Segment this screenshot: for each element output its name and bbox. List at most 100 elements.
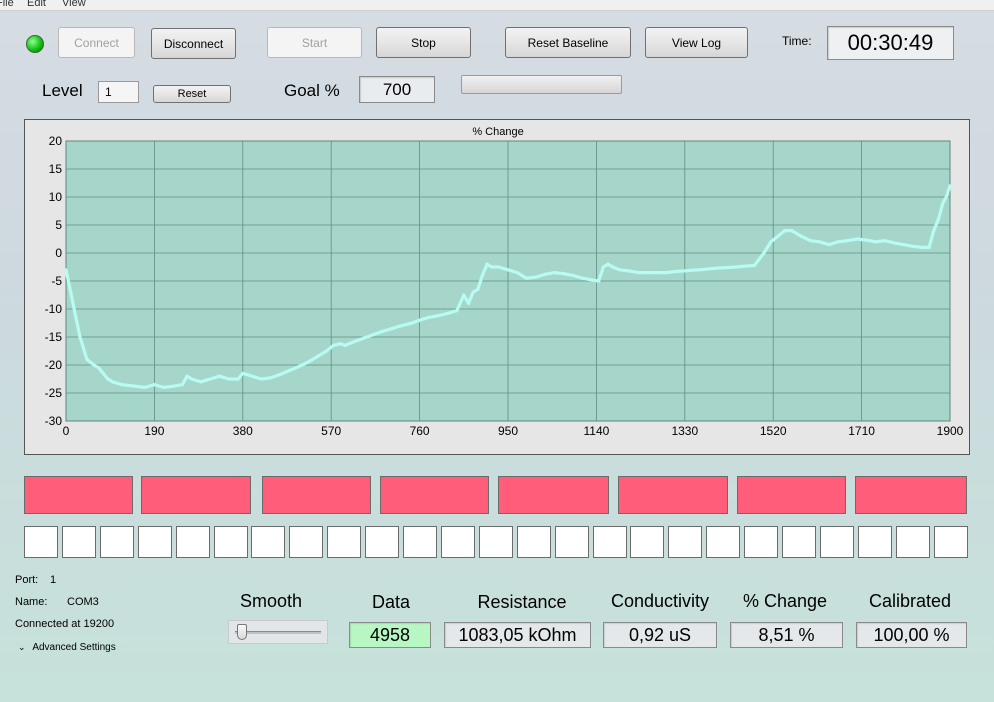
y-tick-label: 0 — [55, 246, 62, 260]
data-point — [799, 234, 803, 238]
y-tick-label: 15 — [49, 162, 63, 176]
data-point — [190, 377, 194, 381]
data-point — [185, 374, 189, 378]
indicator-box — [175, 526, 210, 558]
chevron-double-down-icon: ⌄ — [18, 642, 26, 652]
data-point — [552, 271, 557, 275]
x-tick-label: 190 — [144, 424, 164, 438]
reset-baseline-button[interactable]: Reset Baseline — [505, 27, 631, 58]
data-point — [534, 275, 538, 279]
data-point — [683, 269, 687, 273]
x-tick-label: 570 — [321, 424, 341, 438]
indicator-box — [137, 526, 172, 558]
smooth-slider[interactable] — [228, 620, 328, 644]
x-tick-label: 950 — [498, 424, 518, 438]
smooth-slider-track — [235, 631, 321, 634]
data-point — [362, 336, 366, 340]
menu-edit[interactable]: Edit — [27, 0, 46, 9]
level-reset-button[interactable]: Reset — [153, 85, 231, 103]
start-button[interactable]: Start — [267, 27, 362, 58]
port-label: Port: — [15, 574, 39, 586]
calibrated-value: 100,00 % — [856, 622, 967, 648]
name-label: Name: — [15, 596, 48, 608]
data-point — [543, 272, 547, 276]
indicator-bar — [498, 476, 609, 514]
data-point — [590, 278, 594, 282]
data-point — [120, 383, 124, 387]
y-tick-label: -10 — [45, 302, 63, 316]
indicator-box — [706, 526, 741, 558]
data-point — [227, 377, 231, 381]
goal-value: 700 — [359, 76, 435, 103]
goal-progress-bar — [461, 75, 622, 94]
indicator-box — [630, 526, 665, 558]
data-point — [471, 290, 475, 294]
calibrated-label: Calibrated — [868, 591, 952, 611]
data-point — [269, 376, 273, 380]
resistance-value: 1083,05 kOhm — [444, 622, 591, 648]
data-point — [436, 314, 440, 318]
data-point — [485, 262, 489, 266]
data-point — [171, 384, 175, 388]
data-point — [152, 383, 156, 387]
connect-button[interactable]: Connect — [58, 27, 135, 58]
disconnect-button[interactable]: Disconnect — [151, 28, 236, 59]
indicator-box — [478, 526, 513, 558]
data-point — [85, 357, 89, 361]
advanced-settings-toggle[interactable]: ⌄ Advanced Settings — [18, 642, 116, 653]
data-point — [808, 239, 813, 243]
data-point — [911, 244, 915, 248]
data-point — [143, 385, 147, 389]
indicator-bar — [737, 476, 846, 514]
indicator-bar — [380, 476, 489, 514]
percent-change-label: % Change — [742, 591, 828, 611]
data-point — [515, 271, 519, 275]
data-point — [944, 195, 948, 199]
data-point — [455, 309, 459, 313]
menu-view[interactable]: View — [62, 0, 86, 9]
stop-button[interactable]: Stop — [376, 27, 471, 58]
x-tick-label: 1520 — [760, 424, 787, 438]
view-log-button[interactable]: View Log — [645, 27, 748, 58]
x-tick-label: 0 — [63, 424, 70, 438]
data-point — [776, 234, 780, 238]
level-input[interactable]: 1 — [98, 81, 139, 103]
indicator-box — [24, 526, 58, 558]
data-point — [597, 279, 601, 283]
data-point — [101, 371, 105, 375]
data-point — [259, 377, 264, 381]
data-point — [180, 383, 184, 387]
data-point — [645, 271, 650, 275]
data-point — [941, 201, 945, 205]
conductivity-label: Conductivity — [610, 591, 710, 611]
indicator-box — [516, 526, 551, 558]
conductivity-value: 0,92 uS — [603, 622, 717, 648]
data-point — [497, 265, 501, 269]
indicator-box — [933, 526, 968, 558]
data-point — [606, 262, 610, 266]
connection-status-led — [26, 35, 44, 53]
data-point — [445, 311, 450, 316]
indicator-box — [327, 526, 362, 558]
data-point — [920, 245, 924, 249]
time-label: Time: — [782, 34, 812, 48]
data-point — [380, 329, 384, 333]
data-point — [331, 343, 336, 347]
data-point — [73, 313, 77, 317]
advanced-settings-label: Advanced Settings — [32, 642, 116, 653]
data-point — [466, 301, 471, 305]
x-tick-label: 380 — [233, 424, 253, 438]
data-point — [827, 243, 831, 247]
data-point — [134, 384, 138, 388]
data-point — [627, 269, 631, 273]
x-tick-label: 1900 — [937, 424, 964, 438]
y-tick-label: -5 — [51, 274, 62, 288]
menu-file[interactable]: File — [0, 0, 14, 9]
data-point — [873, 240, 878, 244]
x-tick-label: 760 — [410, 424, 430, 438]
indicator-box — [895, 526, 930, 558]
smooth-slider-thumb[interactable] — [237, 624, 247, 640]
data-point — [734, 265, 738, 269]
indicator-box — [61, 526, 96, 558]
data-point — [948, 184, 952, 188]
